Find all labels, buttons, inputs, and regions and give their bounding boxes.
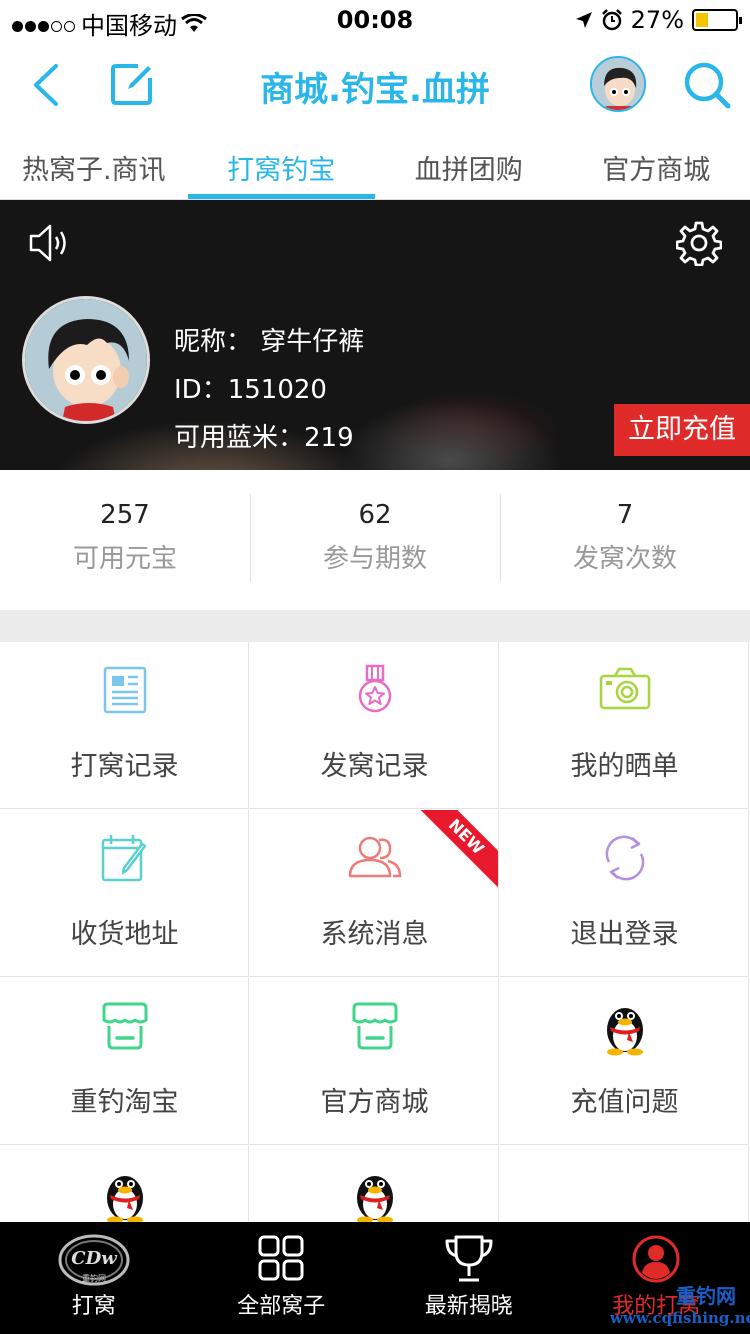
menu-official-store[interactable]: 官方商城 [250,978,499,1145]
menu-system-messages[interactable]: 系统消息 NEW [250,810,499,977]
menu-label: 打窝记录 [70,751,179,782]
menu-label: 收货地址 [70,919,179,950]
gear-icon[interactable] [676,220,722,266]
qq-penguin-icon [106,1176,143,1222]
tabbar-label: 打窝 [71,1294,116,1319]
menu-post-records[interactable]: 发窝记录 [250,642,499,809]
top-tabs: 热窝子.商讯 打窝钓宝 血拼团购 官方商城 [0,130,750,200]
user-icon [632,1235,680,1283]
menu-label: 充值问题 [570,1087,679,1118]
stat-periods[interactable]: 62 参与期数 [250,470,500,610]
watermark-url: www.cqfishing.net [610,1309,750,1327]
blue-rice-balance: 可用蓝米：219 [174,423,354,453]
menu-label: 发窝记录 [320,751,429,782]
stat-value: 62 [358,500,392,530]
stat-value: 257 [100,500,150,530]
status-bar: 中国移动 00:08 27% [0,0,750,40]
tabbar-label: 全部窝子 [237,1294,326,1319]
menu-label: 官方商城 [320,1087,429,1118]
cdw-logo-icon: CDw 重钓网 [58,1234,130,1286]
refresh-icon [605,835,644,881]
stat-label: 参与期数 [322,544,427,574]
tab-label: 官方商城 [602,155,711,186]
tab-hot-news[interactable]: 热窝子.商讯 [0,130,188,199]
battery-icon [692,9,742,31]
svg-text:CDw: CDw [71,1248,118,1269]
store-icon [352,1002,397,1050]
watermark-brand: 重钓网 [676,1284,736,1308]
trophy-icon [445,1235,493,1282]
watermark: 重钓网 www.cqfishing.net [596,1280,750,1327]
stat-posts[interactable]: 7 发窝次数 [500,470,750,610]
tab-group-buy[interactable]: 血拼团购 [375,130,563,199]
stat-label: 可用元宝 [72,544,177,574]
recharge-button[interactable]: 立即充值 [614,404,750,456]
tabbar-label: 最新揭晓 [424,1294,513,1319]
nav-bar: 商城.钓宝.血拼 [0,40,750,130]
menu-shipping-address[interactable]: 收货地址 [0,810,249,977]
menu-logout[interactable]: 退出登录 [500,810,749,977]
medal-icon [358,664,391,713]
document-icon [103,666,146,714]
search-icon[interactable] [682,60,732,110]
tab-label: 热窝子.商讯 [21,155,166,186]
profile-info: 昵称： 穿牛仔裤 ID：151020 可用蓝米：219 [174,318,364,462]
menu-recharge-help[interactable]: 充值问题 [500,978,749,1145]
svg-text:重钓网: 重钓网 [82,1273,106,1283]
menu-empty-cell [500,1146,749,1222]
store-icon [102,1002,147,1050]
stats-row: 257 可用元宝 62 参与期数 7 发窝次数 [0,470,750,610]
stat-value: 7 [616,500,634,530]
grid-icon [258,1235,304,1281]
alarm-icon [601,9,622,31]
location-arrow-icon [575,12,592,28]
tab-label: 血拼团购 [414,155,523,186]
tab-label: 打窝钓宝 [227,155,336,186]
user-id: ID：151020 [174,375,327,405]
stat-ingots[interactable]: 257 可用元宝 [0,470,250,610]
tabbar-bait[interactable]: CDw 重钓网 打窝 [0,1222,188,1334]
menu-my-showcase[interactable]: 我的晒单 [500,642,749,809]
profile-avatar[interactable] [22,296,150,424]
avatar[interactable] [590,56,646,112]
qq-penguin-icon [356,1176,393,1222]
section-divider [0,610,750,642]
tabbar-all-spots[interactable]: 全部窝子 [188,1222,376,1334]
qq-penguin-icon [606,1008,643,1056]
calendar-edit-icon [101,835,146,882]
tab-bait-treasure[interactable]: 打窝钓宝 [187,130,376,199]
menu-qq-support-2[interactable] [250,1146,499,1222]
menu-label: 系统消息 [320,919,429,950]
menu-grid: 打窝记录 发窝记录 我的晒单 收货地址 系统消息 NEW 退出登录 重钓淘宝 官… [0,642,750,1222]
speaker-icon[interactable] [28,222,74,264]
tab-official-store[interactable]: 官方商城 [563,130,750,199]
camera-icon [599,667,650,710]
menu-label: 退出登录 [570,919,679,950]
menu-taobao-store[interactable]: 重钓淘宝 [0,978,249,1145]
tabbar-latest-results[interactable]: 最新揭晓 [375,1222,563,1334]
avatar-face-icon [25,299,147,421]
stat-label: 发窝次数 [572,544,677,574]
users-icon [348,836,401,878]
status-right: 27% [575,6,742,34]
battery-percent: 27% [630,6,684,34]
menu-label: 我的晒单 [570,751,679,782]
menu-label: 重钓淘宝 [70,1087,179,1118]
menu-qq-support-1[interactable] [0,1146,249,1222]
menu-bait-records[interactable]: 打窝记录 [0,642,249,809]
nickname: 昵称： 穿牛仔裤 [174,327,365,357]
